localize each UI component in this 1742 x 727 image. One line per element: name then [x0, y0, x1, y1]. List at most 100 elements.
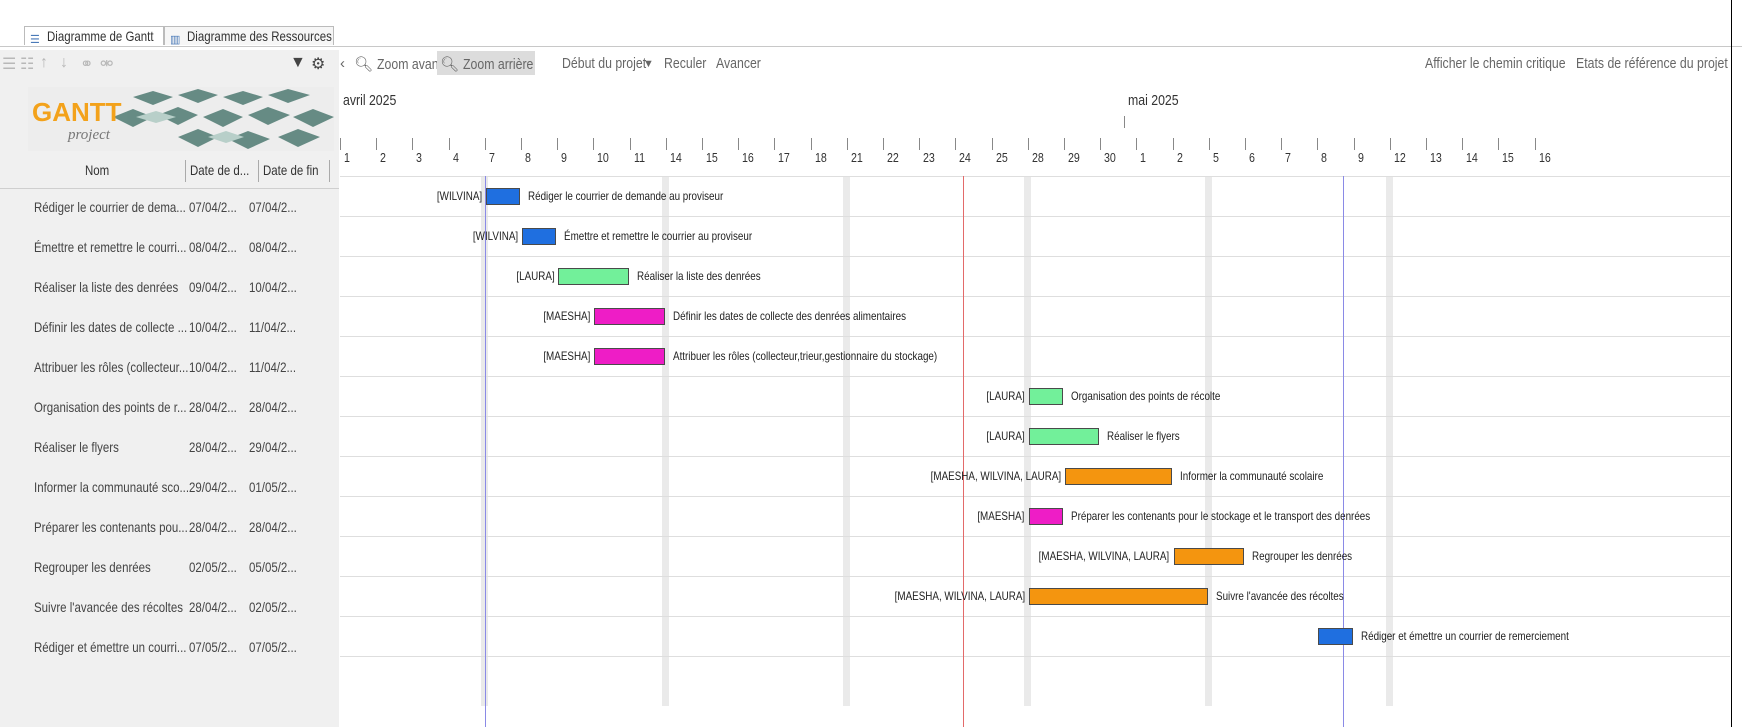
task-name-cell[interactable]: Regrouper les denrées	[34, 559, 151, 575]
end-date-cell[interactable]: 02/05/2...	[249, 599, 297, 615]
table-row[interactable]: Réaliser le flyers 28/04/2... 29/04/2...	[0, 428, 339, 468]
end-date-cell[interactable]: 07/04/2...	[249, 199, 297, 215]
task-bar[interactable]	[1028, 388, 1063, 405]
start-date-cell[interactable]: 28/04/2...	[189, 399, 237, 415]
forward-button[interactable]: Avancer	[716, 55, 761, 72]
start-date-cell[interactable]: 07/05/2...	[189, 639, 237, 655]
task-bar-label: Réaliser la liste des denrées	[636, 269, 761, 283]
tab-gantt-chart[interactable]: ☰ Diagramme de Gantt	[24, 26, 164, 46]
table-row[interactable]: Regrouper les denrées 02/05/2... 05/05/2..…	[0, 548, 339, 588]
start-date-cell[interactable]: 07/04/2...	[189, 199, 237, 215]
project-start-button[interactable]: Début du projet	[562, 55, 646, 72]
day-label: 28	[1031, 150, 1044, 165]
task-name-cell[interactable]: Définir les dates de collecte ...	[34, 319, 187, 335]
day-label: 9	[561, 150, 568, 165]
start-date-cell[interactable]: 10/04/2...	[189, 359, 237, 375]
day-label: 1	[1140, 150, 1147, 165]
table-row[interactable]: Réaliser la liste des denrées 09/04/2... 1…	[0, 268, 339, 308]
move-up-icon[interactable]: ↑	[40, 54, 48, 72]
start-date-cell[interactable]: 02/05/2...	[189, 559, 237, 575]
start-date-cell[interactable]: 28/04/2...	[189, 519, 237, 535]
day-tick	[810, 138, 812, 150]
start-date-cell[interactable]: 08/04/2...	[189, 239, 237, 255]
table-row[interactable]: Informer la communauté sco... 29/04/2... 0…	[0, 468, 339, 508]
task-bar[interactable]	[1173, 548, 1244, 565]
day-tick	[1534, 138, 1536, 150]
table-row[interactable]: Attribuer les rôles (collecteur... 10/04/…	[0, 348, 339, 388]
day-label: 7	[1285, 150, 1292, 165]
table-row[interactable]: Rédiger et émettre un courri... 07/05/2..…	[0, 628, 339, 668]
task-bar[interactable]	[558, 268, 629, 285]
task-bar[interactable]	[485, 188, 520, 205]
task-name-cell[interactable]: Attribuer les rôles (collecteur...	[34, 359, 188, 375]
end-date-cell[interactable]: 28/04/2...	[249, 399, 297, 415]
end-date-cell[interactable]: 01/05/2...	[249, 479, 297, 495]
start-date-cell[interactable]: 10/04/2...	[189, 319, 237, 335]
magnifier-icon: 🔍︎	[354, 56, 374, 73]
task-name-cell[interactable]: Émettre et remettre le courri...	[34, 239, 186, 255]
table-row[interactable]: Émettre et remettre le courri... 08/04/2.…	[0, 228, 339, 268]
dropdown-arrow-icon[interactable]: ▼	[643, 58, 654, 70]
end-date-cell[interactable]: 11/04/2...	[249, 319, 296, 335]
col-header-name[interactable]: Nom	[85, 162, 109, 178]
task-bar[interactable]	[1318, 628, 1353, 645]
task-name-cell[interactable]: Rédiger et émettre un courri...	[34, 639, 187, 655]
end-date-cell[interactable]: 05/05/2...	[249, 559, 297, 575]
end-date-cell[interactable]: 11/04/2...	[249, 359, 296, 375]
end-date-cell[interactable]: 10/04/2...	[249, 279, 297, 295]
critical-path-button[interactable]: Afficher le chemin critique	[1425, 55, 1566, 72]
task-name-cell[interactable]: Organisation des points de r...	[34, 399, 187, 415]
end-date-cell[interactable]: 29/04/2...	[249, 439, 297, 455]
task-bar-label: Attribuer les rôles (collecteur,trieur,g…	[672, 349, 937, 363]
task-bar[interactable]	[594, 348, 665, 365]
task-bar[interactable]	[1028, 428, 1100, 445]
task-name-cell[interactable]: Réaliser le flyers	[34, 439, 119, 455]
gear-icon[interactable]: ⚙	[311, 54, 325, 74]
indent-icon[interactable]: ☷	[20, 54, 34, 74]
table-row[interactable]: Rédiger le courrier de dema... 07/04/2...…	[0, 188, 339, 228]
start-date-cell[interactable]: 28/04/2...	[189, 599, 237, 615]
day-tick	[846, 138, 848, 150]
end-date-cell[interactable]: 08/04/2...	[249, 239, 297, 255]
task-name-cell[interactable]: Rédiger le courrier de dema...	[34, 199, 186, 215]
day-tick	[1281, 138, 1283, 150]
filter-icon[interactable]: ▼	[290, 54, 306, 72]
day-label: 4	[452, 150, 459, 165]
start-date-cell[interactable]: 29/04/2...	[189, 479, 237, 495]
tab-resources-chart[interactable]: ▥ Diagramme des Ressources	[164, 26, 334, 46]
outdent-icon[interactable]: ☰	[2, 54, 16, 74]
task-bar[interactable]	[1028, 508, 1063, 525]
col-header-end-date[interactable]: Date de fin	[263, 162, 319, 178]
table-row[interactable]: Préparer les contenants pou... 28/04/2...…	[0, 508, 339, 548]
task-name-cell[interactable]: Informer la communauté sco...	[34, 479, 189, 495]
task-bar[interactable]	[594, 308, 665, 325]
task-name-cell[interactable]: Suivre l'avancée des récoltes	[34, 599, 183, 615]
back-button[interactable]: Reculer	[664, 55, 706, 72]
start-date-cell[interactable]: 09/04/2...	[189, 279, 237, 295]
link-icon[interactable]: ⚭	[80, 54, 93, 74]
table-row[interactable]: Organisation des points de r... 28/04/2..…	[0, 388, 339, 428]
table-row[interactable]: Suivre l'avancée des récoltes 28/04/2... 0…	[0, 588, 339, 628]
zoom-out-button-content[interactable]: 🔍︎ Zoom arrière	[440, 55, 549, 73]
move-down-icon[interactable]: ↓	[60, 54, 68, 72]
task-name-cell[interactable]: Préparer les contenants pou...	[34, 519, 188, 535]
task-bar[interactable]	[1065, 468, 1172, 485]
day-label: 9	[1357, 150, 1364, 165]
task-bar[interactable]	[522, 228, 557, 245]
magnifier-icon: 🔍︎	[440, 56, 460, 73]
task-name-cell[interactable]: Réaliser la liste des denrées	[34, 279, 178, 295]
start-date-cell[interactable]: 28/04/2...	[189, 439, 237, 455]
end-date-cell[interactable]: 07/05/2...	[249, 639, 297, 655]
unlink-icon[interactable]: ⚮	[100, 54, 113, 74]
end-date-cell[interactable]: 28/04/2...	[249, 519, 297, 535]
baselines-button[interactable]: Etats de référence du projet ...	[1576, 55, 1730, 72]
gantt-icon: ☰	[30, 34, 40, 46]
logo-text: GANTT	[32, 97, 122, 127]
project-start-line	[484, 176, 486, 727]
day-label: 22	[887, 150, 899, 165]
day-label: 14	[1466, 150, 1479, 165]
col-header-start-date[interactable]: Date de d...	[190, 162, 249, 178]
day-label: 21	[850, 150, 863, 165]
table-row[interactable]: Définir les dates de collecte ... 10/04/2…	[0, 308, 339, 348]
task-bar[interactable]	[1028, 588, 1208, 605]
